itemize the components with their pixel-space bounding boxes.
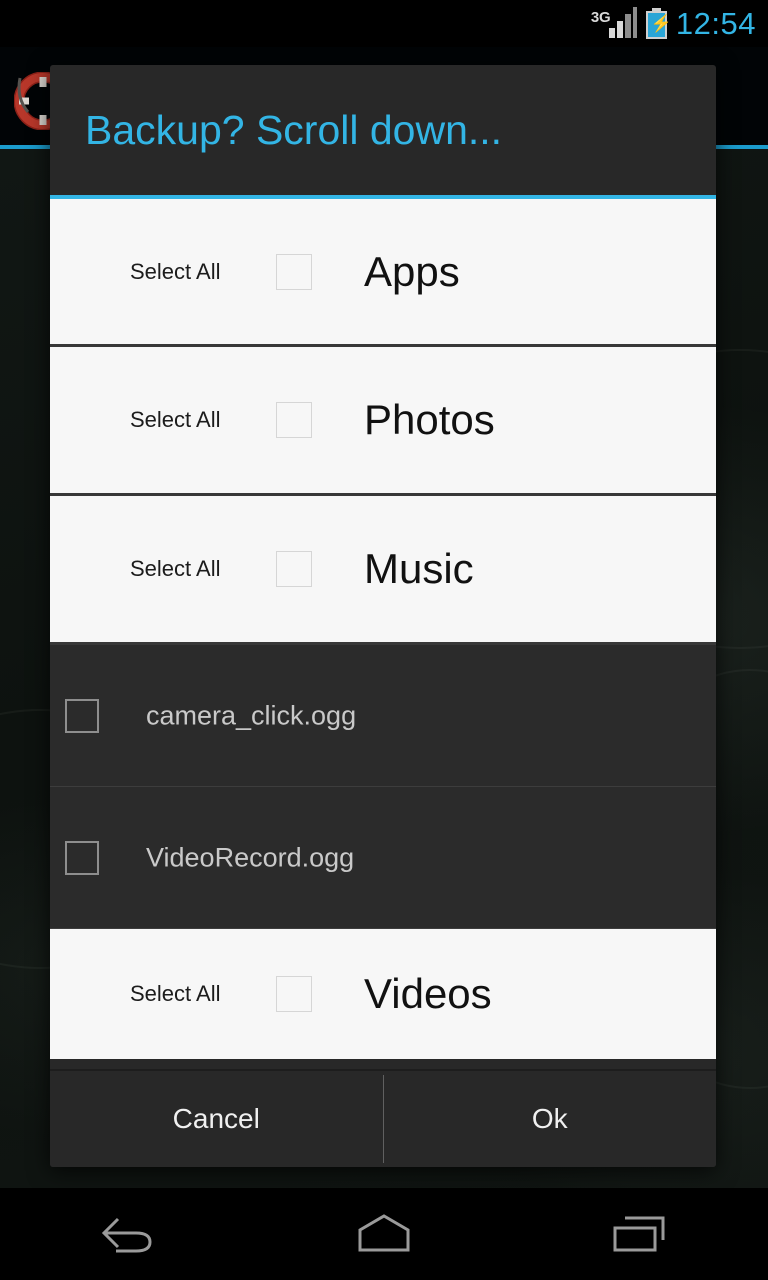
status-bar[interactable]: 3G ⚡ 12:54 [0,0,768,47]
group-row-music[interactable]: Select All Music [50,496,716,645]
file-row[interactable]: VideoRecord.ogg [50,787,716,929]
file-name: camera_click.ogg [146,700,357,730]
select-all-checkbox-photos[interactable] [276,402,312,438]
select-all-label: Select All [130,407,221,432]
select-all-label: Select All [130,981,221,1006]
android-screen: 3G ⚡ 12:54 Backup? Scroll down... Select… [0,0,768,1280]
group-title-music: Music [364,545,474,592]
group-title-videos: Videos [364,970,492,1017]
status-bar-clock: 12:54 [675,5,756,41]
group-title-photos: Photos [364,396,495,443]
signal-bars-icon: 3G [590,6,637,40]
ok-button[interactable]: Ok [383,1071,716,1167]
dialog-title: Backup? Scroll down... [85,106,503,153]
file-checkbox-videorecord[interactable] [65,840,99,875]
recents-icon[interactable] [570,1188,710,1280]
network-type-label: 3G [590,8,611,26]
home-icon[interactable] [314,1188,454,1280]
group-row-photos[interactable]: Select All Photos [50,347,716,496]
backup-dialog: Backup? Scroll down... Select All Apps S… [50,65,716,1167]
group-row-apps[interactable]: Select All Apps [50,199,716,347]
navigation-bar [0,1188,768,1280]
dialog-button-bar: Cancel Ok [50,1069,716,1167]
select-all-label: Select All [130,556,221,581]
group-title-apps: Apps [364,247,460,295]
select-all-checkbox-music[interactable] [276,551,312,587]
cancel-button[interactable]: Cancel [50,1071,383,1167]
dialog-title-bar: Backup? Scroll down... [50,65,716,195]
file-checkbox-camera-click[interactable] [65,698,99,733]
select-all-label: Select All [130,258,221,284]
group-row-videos[interactable]: Select All Videos [50,929,716,1059]
select-all-checkbox-videos[interactable] [276,976,312,1012]
file-row[interactable]: camera_click.ogg [50,645,716,787]
backup-category-list[interactable]: Select All Apps Select All Photos Select… [50,199,716,1069]
battery-charging-icon: ⚡ [645,8,672,39]
select-all-checkbox-apps[interactable] [276,253,312,290]
back-icon[interactable] [58,1188,198,1280]
file-name: VideoRecord.ogg [146,842,355,872]
status-bar-right-cluster: 3G ⚡ 12:54 [591,0,756,47]
